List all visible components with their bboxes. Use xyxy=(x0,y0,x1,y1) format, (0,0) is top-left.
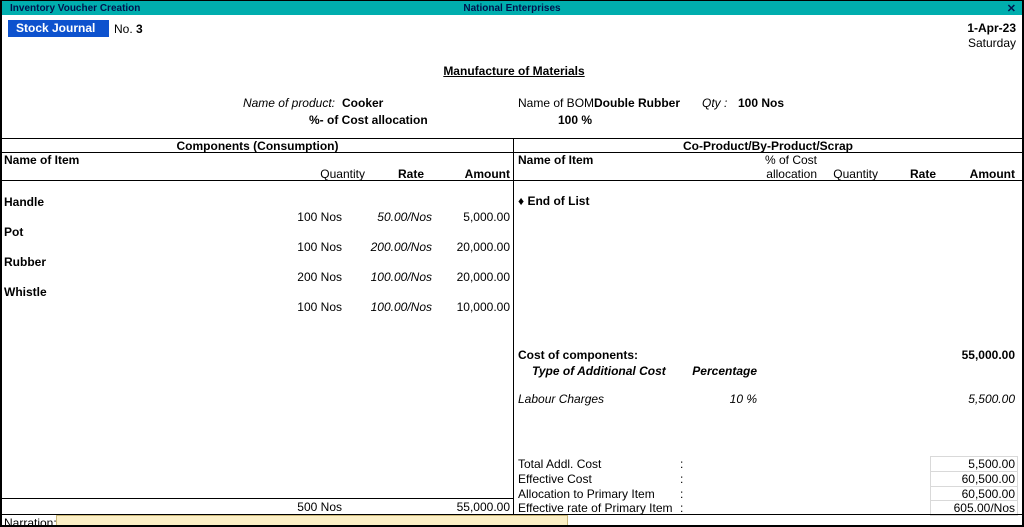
summary-colon: : xyxy=(680,457,683,471)
summary-colon: : xyxy=(680,487,683,501)
item-quantity[interactable]: 100 Nos xyxy=(242,210,342,224)
summary-label: Allocation to Primary Item xyxy=(518,487,655,501)
right-col-quantity: Quantity xyxy=(828,167,878,181)
narration-label: Narration: xyxy=(4,516,57,527)
item-amount: 20,000.00 xyxy=(430,270,510,284)
summary-colon: : xyxy=(680,472,683,486)
qty-label: Qty : xyxy=(702,96,727,110)
voucher-date[interactable]: 1-Apr-23 xyxy=(967,21,1016,35)
voucher-day: Saturday xyxy=(968,36,1016,50)
end-of-list-label: End of List xyxy=(527,194,589,208)
item-rate[interactable]: 100.00/Nos xyxy=(352,270,432,284)
additional-cost-name[interactable]: Labour Charges xyxy=(518,392,604,406)
form-title: Manufacture of Materials xyxy=(443,64,584,78)
item-quantity[interactable]: 100 Nos xyxy=(242,300,342,314)
left-col-name: Name of Item xyxy=(4,153,79,167)
item-amount: 10,000.00 xyxy=(430,300,510,314)
cost-of-components-value: 55,000.00 xyxy=(930,348,1015,362)
cost-allocation-value[interactable]: 100 % xyxy=(558,113,592,127)
product-label: Name of product: xyxy=(182,96,335,110)
right-table-title: Co-Product/By-Product/Scrap xyxy=(514,139,1022,153)
item-quantity[interactable]: 100 Nos xyxy=(242,240,342,254)
left-table-title: Components (Consumption) xyxy=(2,139,513,153)
title-bar: Inventory Voucher Creation National Ente… xyxy=(2,1,1022,15)
inventory-voucher-window: Inventory Voucher Creation National Ente… xyxy=(0,0,1024,527)
right-col-rate: Rate xyxy=(888,167,936,181)
summary-colon: : xyxy=(680,501,683,515)
bom-label: Name of BOM: xyxy=(518,96,597,110)
left-col-amount: Amount xyxy=(440,167,510,181)
summary-value: 5,500.00 xyxy=(930,456,1018,472)
company-name: National Enterprises xyxy=(2,3,1022,14)
end-of-list-item[interactable]: ♦ End of List xyxy=(518,194,589,208)
additional-cost-amount: 5,500.00 xyxy=(930,392,1015,406)
qty-value[interactable]: 100 Nos xyxy=(738,96,784,110)
voucher-type-button[interactable]: Stock Journal xyxy=(8,20,109,37)
summary-label: Effective rate of Primary Item xyxy=(518,501,673,515)
summary-label: Effective Cost xyxy=(518,472,592,486)
item-rate[interactable]: 50.00/Nos xyxy=(352,210,432,224)
narration-input[interactable] xyxy=(56,515,568,527)
bom-value[interactable]: Double Rubber xyxy=(594,96,680,110)
percentage-header: Percentage xyxy=(677,364,757,378)
product-value[interactable]: Cooker xyxy=(342,96,383,110)
close-icon[interactable]: ✕ xyxy=(1007,2,1016,15)
item-quantity[interactable]: 200 Nos xyxy=(242,270,342,284)
voucher-no-label: No. xyxy=(114,22,133,36)
left-col-quantity: Quantity xyxy=(305,167,365,181)
right-col-amount: Amount xyxy=(945,167,1015,181)
additional-cost-pct[interactable]: 10 % xyxy=(677,392,757,406)
totals-line xyxy=(2,498,513,499)
right-col-pct-line2: allocation xyxy=(752,167,817,181)
total-quantity: 500 Nos xyxy=(242,500,342,514)
additional-cost-header: Type of Additional Cost xyxy=(532,364,666,378)
left-col-rate: Rate xyxy=(384,167,424,181)
item-amount: 20,000.00 xyxy=(430,240,510,254)
diamond-icon: ♦ xyxy=(518,194,524,208)
right-col-pct-line1: % of Cost xyxy=(752,153,817,167)
item-amount: 5,000.00 xyxy=(430,210,510,224)
cost-of-components-label: Cost of components: xyxy=(518,348,638,362)
item-name[interactable]: Rubber xyxy=(4,255,46,269)
item-name[interactable]: Handle xyxy=(4,195,44,209)
total-amount: 55,000.00 xyxy=(430,500,510,514)
item-rate[interactable]: 200.00/Nos xyxy=(352,240,432,254)
item-name[interactable]: Whistle xyxy=(4,285,47,299)
voucher-no-value[interactable]: 3 xyxy=(136,22,143,36)
item-name[interactable]: Pot xyxy=(4,225,23,239)
cost-allocation-label: %- of Cost allocation xyxy=(309,113,428,127)
item-rate[interactable]: 100.00/Nos xyxy=(352,300,432,314)
table-divider-line xyxy=(513,138,514,514)
summary-value: 60,500.00 xyxy=(930,471,1018,487)
summary-label: Total Addl. Cost xyxy=(518,457,601,471)
right-col-name: Name of Item xyxy=(518,153,593,167)
